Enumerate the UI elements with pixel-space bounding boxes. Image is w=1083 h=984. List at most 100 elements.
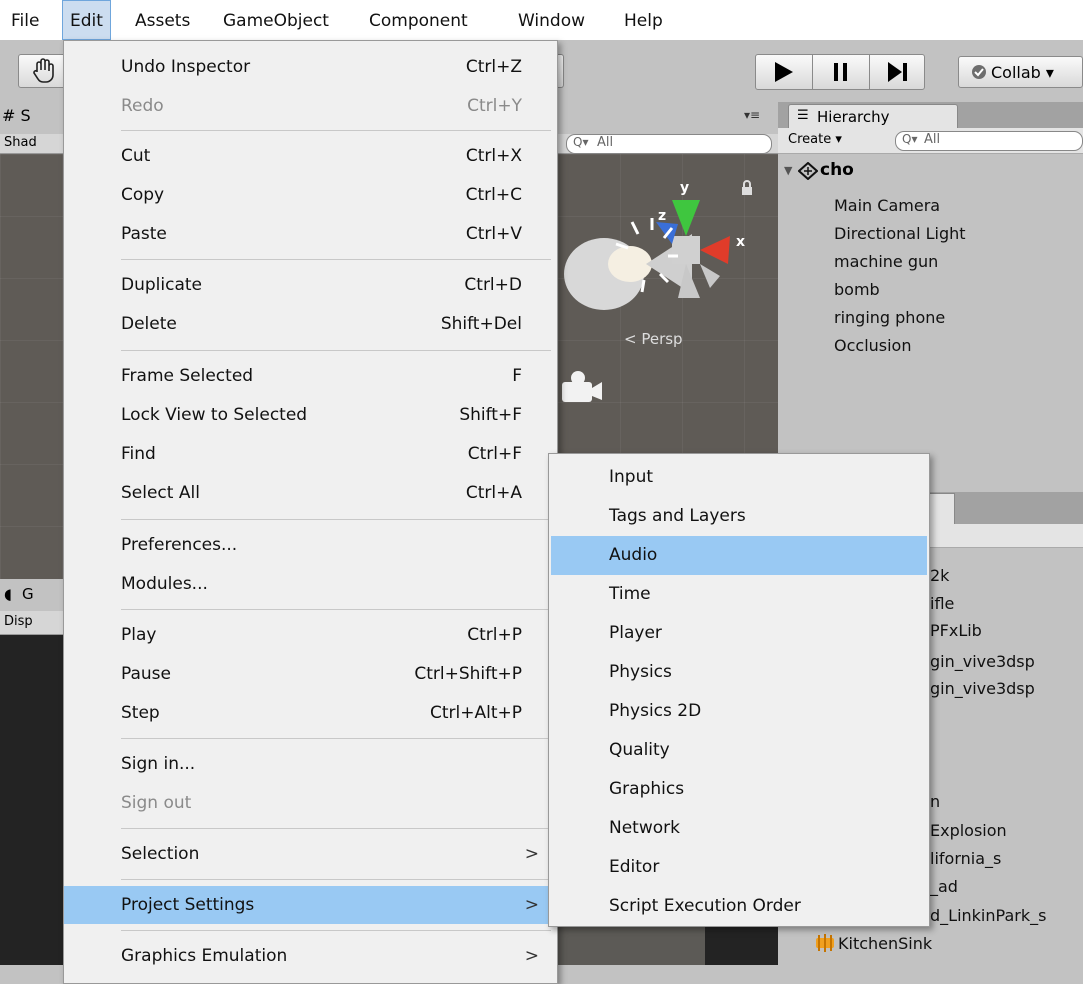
menu-separator <box>121 609 551 610</box>
menu-item-cut[interactable]: Cut Ctrl+X <box>64 137 557 175</box>
playback-controls <box>755 54 925 90</box>
tab-game[interactable]: G <box>22 585 34 603</box>
submenu-item-graphics[interactable]: Graphics <box>549 770 929 809</box>
menu-item-shortcut: Ctrl+Y <box>467 96 522 116</box>
menu-item-shortcut: F <box>512 366 522 386</box>
expand-triangle-icon[interactable]: ▼ <box>784 164 792 177</box>
menu-item-copy[interactable]: Copy Ctrl+C <box>64 176 557 214</box>
list-item[interactable]: lifornia_s <box>930 849 1001 868</box>
menu-item-sign-out[interactable]: Sign out <box>64 784 557 822</box>
hierarchy-search-input[interactable]: Q▾ All <box>895 131 1083 151</box>
menu-item-shortcut: Ctrl+X <box>465 146 522 166</box>
menu-item-label: Select All <box>121 483 200 503</box>
hierarchy-item[interactable]: ringing phone <box>834 308 945 327</box>
submenu-item-physics[interactable]: Physics <box>549 653 929 692</box>
menu-separator <box>121 519 551 520</box>
submenu-item-label: Tags and Layers <box>609 506 746 526</box>
submenu-item-audio[interactable]: Audio <box>551 536 927 575</box>
create-dropdown[interactable]: Create ▾ <box>788 132 842 147</box>
menu-item-frame-selected[interactable]: Frame Selected F <box>64 357 557 395</box>
menu-item-sign-in[interactable]: Sign in... <box>64 745 557 783</box>
menu-item-project-settings[interactable]: Project Settings > <box>64 886 557 924</box>
list-item[interactable]: 2k <box>930 566 949 585</box>
display-dropdown[interactable]: Disp <box>4 614 33 629</box>
pause-button[interactable] <box>813 55 870 89</box>
hand-icon <box>33 58 54 83</box>
menu-item-selection[interactable]: Selection > <box>64 835 557 873</box>
list-item[interactable]: ifle <box>930 594 954 613</box>
menu-item-shortcut: Ctrl+Shift+P <box>414 664 522 684</box>
hierarchy-item[interactable]: Occlusion <box>834 336 911 355</box>
submenu-item-physics-2d[interactable]: Physics 2D <box>549 692 929 731</box>
submenu-item-network[interactable]: Network <box>549 809 929 848</box>
unity-scene-icon <box>798 162 818 180</box>
tab-game-icon[interactable]: ◖ <box>4 585 12 603</box>
panel-menu-icon[interactable]: ▾≡ <box>744 108 760 122</box>
submenu-item-player[interactable]: Player <box>549 614 929 653</box>
list-item[interactable]: _ad <box>930 877 958 896</box>
menu-assets[interactable]: Assets <box>128 0 197 40</box>
scene-search-input[interactable]: Q▾ All <box>566 134 772 154</box>
menu-component[interactable]: Component <box>362 0 475 40</box>
menu-item-paste[interactable]: Paste Ctrl+V <box>64 215 557 253</box>
menu-separator <box>121 130 551 131</box>
menu-item-undo-inspector[interactable]: Undo Inspector Ctrl+Z <box>64 48 557 86</box>
tab-scene[interactable]: # S <box>2 106 31 125</box>
menu-item-lock-view[interactable]: Lock View to Selected Shift+F <box>64 396 557 434</box>
list-item[interactable]: n <box>930 792 940 811</box>
submenu-item-quality[interactable]: Quality <box>549 731 929 770</box>
hierarchy-list: ▼ cho Main Camera Directional Light mach… <box>778 154 1083 492</box>
menu-item-shortcut: Shift+F <box>459 405 522 425</box>
list-item[interactable]: d_LinkinPark_s <box>930 906 1046 925</box>
play-button[interactable] <box>756 55 813 89</box>
list-item[interactable]: PFxLib <box>930 621 982 640</box>
menu-item-select-all[interactable]: Select All Ctrl+A <box>64 474 557 512</box>
menu-item-shortcut: Ctrl+P <box>467 625 522 645</box>
menu-item-redo[interactable]: Redo Ctrl+Y <box>64 87 557 125</box>
scene-gizmo[interactable]: y z x <box>560 164 760 334</box>
hierarchy-item[interactable]: Directional Light <box>834 224 966 243</box>
tab-hierarchy[interactable]: ☰ Hierarchy <box>788 104 958 128</box>
menu-help[interactable]: Help <box>617 0 670 40</box>
chevron-right-icon: > <box>524 844 539 864</box>
menu-item-duplicate[interactable]: Duplicate Ctrl+D <box>64 266 557 304</box>
persp-label[interactable]: < Persp <box>624 330 683 348</box>
submenu-item-label: Graphics <box>609 779 685 799</box>
menu-item-delete[interactable]: Delete Shift+Del <box>64 305 557 343</box>
scene-name[interactable]: cho <box>820 160 854 180</box>
list-item[interactable]: KitchenSink <box>838 934 932 953</box>
menu-item-pause[interactable]: Pause Ctrl+Shift+P <box>64 655 557 693</box>
gizmo-x-label: x <box>736 234 745 250</box>
submenu-item-tags-and-layers[interactable]: Tags and Layers <box>549 497 929 536</box>
menu-window[interactable]: Window <box>511 0 592 40</box>
hand-tool-button[interactable] <box>18 54 68 88</box>
audio-mixer-icon <box>816 934 834 952</box>
collab-button[interactable]: Collab ▾ <box>958 56 1083 88</box>
shading-mode-dropdown[interactable]: Shad <box>4 135 37 150</box>
menu-item-play[interactable]: Play Ctrl+P <box>64 616 557 654</box>
submenu-item-input[interactable]: Input <box>549 458 929 497</box>
list-item[interactable]: gin_vive3dsp <box>930 679 1035 698</box>
menu-item-step[interactable]: Step Ctrl+Alt+P <box>64 694 557 732</box>
menu-item-shortcut: Ctrl+F <box>467 444 522 464</box>
menu-item-modules[interactable]: Modules... <box>64 565 557 603</box>
menu-gameobject[interactable]: GameObject <box>216 0 336 40</box>
hierarchy-item[interactable]: Main Camera <box>834 196 940 215</box>
submenu-item-time[interactable]: Time <box>549 575 929 614</box>
lock-icon[interactable] <box>740 180 754 196</box>
menu-file[interactable]: File <box>4 0 46 40</box>
submenu-item-label: Editor <box>609 857 660 877</box>
list-item[interactable]: Explosion <box>930 821 1007 840</box>
step-button[interactable] <box>870 55 926 89</box>
menu-item-label: Frame Selected <box>121 366 254 386</box>
submenu-item-editor[interactable]: Editor <box>549 848 929 887</box>
menu-item-label: Preferences... <box>121 535 238 555</box>
submenu-item-script-execution-order[interactable]: Script Execution Order <box>549 887 929 926</box>
menu-edit[interactable]: Edit <box>62 0 111 40</box>
hierarchy-item[interactable]: machine gun <box>834 252 938 271</box>
list-item[interactable]: gin_vive3dsp <box>930 652 1035 671</box>
menu-item-preferences[interactable]: Preferences... <box>64 526 557 564</box>
hierarchy-item[interactable]: bomb <box>834 280 880 299</box>
menu-item-find[interactable]: Find Ctrl+F <box>64 435 557 473</box>
menu-item-graphics-emulation[interactable]: Graphics Emulation > <box>64 937 557 975</box>
